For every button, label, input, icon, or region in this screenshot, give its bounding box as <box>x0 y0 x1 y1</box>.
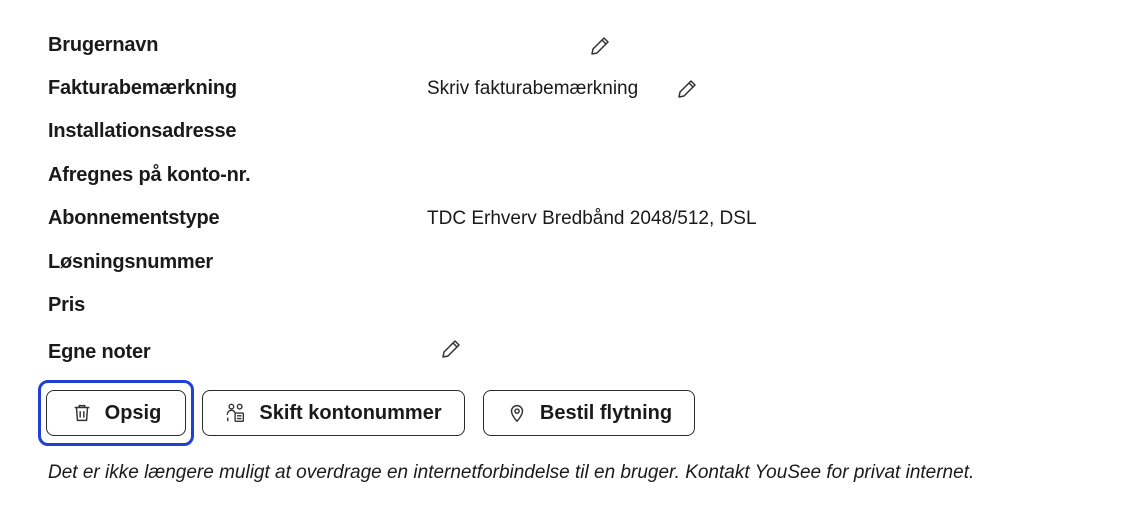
label-abonnementstype: Abonnementstype <box>48 207 220 229</box>
skift-kontonummer-button[interactable]: Skift kontonummer <box>202 390 465 436</box>
opsig-label: Opsig <box>104 401 162 424</box>
skift-kontonummer-label: Skift kontonummer <box>259 401 442 424</box>
location-pin-icon <box>506 402 528 424</box>
bestil-flytning-button[interactable]: Bestil flytning <box>483 390 695 436</box>
edit-egne-noter-pencil-icon[interactable] <box>438 336 464 362</box>
info-note: Det er ikke længere muligt at overdrage … <box>48 462 975 483</box>
label-afregnes-paa-konto: Afregnes på konto-nr. <box>48 164 251 186</box>
label-egne-noter: Egne noter <box>48 341 151 363</box>
label-loesningsnummer: Løsningsnummer <box>48 251 213 273</box>
edit-brugernavn-pencil-icon[interactable] <box>587 33 613 59</box>
label-brugernavn: Brugernavn <box>48 34 159 56</box>
label-installationsadresse: Installationsadresse <box>48 120 237 142</box>
opsig-button[interactable]: Opsig <box>46 390 186 436</box>
abonnementstype-value: TDC Erhverv Bredbånd 2048/512, DSL <box>427 208 757 229</box>
label-pris: Pris <box>48 294 86 316</box>
fakturabemaerkning-value[interactable]: Skriv fakturabemærkning <box>427 78 638 100</box>
label-fakturabemaerkning: Fakturabemærkning <box>48 77 237 99</box>
trash-icon <box>71 402 93 424</box>
edit-fakturabemaerkning-pencil-icon[interactable] <box>674 76 700 102</box>
bestil-flytning-label: Bestil flytning <box>539 401 673 424</box>
users-document-icon <box>225 402 247 424</box>
